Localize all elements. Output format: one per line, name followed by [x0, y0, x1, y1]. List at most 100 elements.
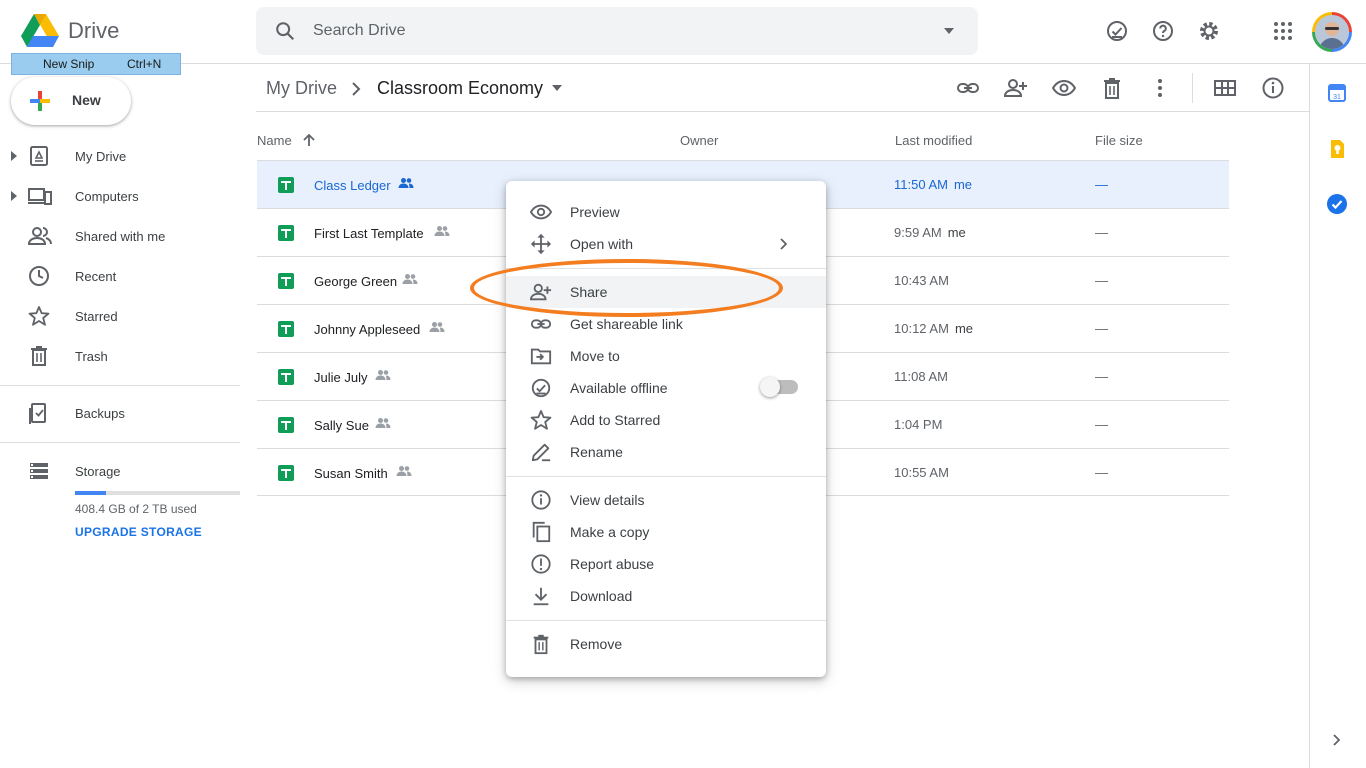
upgrade-storage-link[interactable]: UPGRADE STORAGE [75, 525, 202, 539]
menu-item-preview[interactable]: Preview [506, 196, 826, 228]
new-button[interactable]: New [11, 77, 131, 125]
shared-people-icon [434, 225, 450, 237]
storage-usage-fill [75, 491, 107, 495]
sidebar-item-my-drive[interactable]: My Drive [0, 137, 240, 177]
download-icon [530, 585, 552, 607]
file-name[interactable]: Johnny Appleseed [314, 322, 420, 337]
file-size: — [1095, 321, 1108, 336]
toolbar-divider-line [256, 111, 1309, 112]
storage-icon [28, 460, 50, 482]
menu-item-label: View details [570, 492, 645, 508]
trash-icon[interactable] [1100, 76, 1124, 100]
menu-item-label: Remove [570, 636, 623, 652]
file-name[interactable]: Susan Smith [314, 466, 388, 481]
file-size: — [1095, 465, 1108, 480]
search-bar[interactable]: Search Drive [256, 7, 978, 55]
sidebar-divider [0, 385, 240, 386]
menu-item-available-offline[interactable]: Available offline [506, 372, 826, 404]
offline-toggle[interactable] [760, 377, 798, 397]
menu-item-add-starred[interactable]: Add to Starred [506, 404, 826, 436]
file-size: — [1095, 177, 1108, 192]
sidebar-item-backups[interactable]: Backups [0, 394, 240, 434]
move-to-icon [530, 345, 552, 367]
sidebar-item-label: Starred [75, 309, 118, 324]
file-name[interactable]: Class Ledger [314, 178, 391, 193]
file-name[interactable]: Sally Sue [314, 418, 369, 433]
info-icon[interactable] [1261, 76, 1285, 100]
column-header-size[interactable]: File size [1095, 133, 1143, 148]
menu-item-remove[interactable]: Remove [506, 628, 826, 660]
account-avatar[interactable] [1312, 12, 1352, 52]
search-options-icon[interactable] [943, 27, 955, 35]
modified-time: 10:12 AM [894, 321, 949, 336]
shared-people-icon [396, 465, 412, 477]
eye-icon[interactable] [1052, 76, 1076, 100]
sheets-file-icon [278, 417, 294, 433]
chevron-right-icon [780, 238, 787, 250]
new-button-label: New [72, 92, 101, 108]
breadcrumb-current[interactable]: Classroom Economy [377, 78, 543, 99]
sidebar-item-shared[interactable]: Shared with me [0, 217, 240, 257]
breadcrumb-root[interactable]: My Drive [266, 78, 337, 99]
search-input[interactable]: Search Drive [313, 22, 405, 40]
modified-time: 9:59 AM [894, 225, 942, 240]
app-name[interactable]: Drive [68, 18, 119, 44]
help-icon[interactable] [1151, 19, 1175, 43]
menu-item-rename[interactable]: Rename [506, 436, 826, 468]
star-icon [530, 409, 552, 431]
expand-caret-icon[interactable] [11, 151, 17, 161]
menu-item-open-with[interactable]: Open with [506, 228, 826, 260]
star-icon [28, 305, 50, 327]
snip-label[interactable]: New Snip [43, 57, 94, 71]
menu-item-label: Report abuse [570, 556, 655, 572]
tasks-icon[interactable] [1326, 193, 1348, 215]
keep-icon[interactable] [1326, 138, 1348, 160]
offline-icon [530, 377, 552, 399]
sidebar-item-starred[interactable]: Starred [0, 297, 240, 337]
menu-item-make-copy[interactable]: Make a copy [506, 516, 826, 548]
file-name[interactable]: George Green [314, 274, 397, 289]
menu-item-download[interactable]: Download [506, 580, 826, 612]
file-name[interactable]: First Last Template [314, 226, 424, 241]
sidebar-item-label: Recent [75, 269, 117, 284]
column-header-name[interactable]: Name [257, 133, 292, 148]
sidebar-item-label: Trash [75, 349, 108, 364]
drive-logo-icon[interactable] [21, 14, 59, 48]
trash-icon [28, 345, 50, 367]
calendar-icon[interactable]: 31 [1326, 82, 1348, 104]
link-icon[interactable] [956, 76, 980, 100]
modified-by: me [954, 321, 973, 336]
file-size: — [1095, 225, 1108, 240]
grid-view-icon[interactable] [1213, 76, 1237, 100]
add-person-icon[interactable] [1004, 76, 1028, 100]
file-size: — [1095, 273, 1108, 288]
expand-caret-icon[interactable] [11, 191, 17, 201]
menu-divider [506, 620, 826, 621]
snip-tool-overlay[interactable]: New Snip Ctrl+N [11, 53, 181, 75]
column-header-modified[interactable]: Last modified [895, 133, 972, 148]
search-icon[interactable] [274, 20, 296, 42]
sidebar-item-trash[interactable]: Trash [0, 337, 240, 377]
file-name[interactable]: Julie July [314, 370, 367, 385]
my-drive-icon [28, 145, 50, 167]
menu-item-view-details[interactable]: View details [506, 484, 826, 516]
more-vert-icon[interactable] [1148, 76, 1172, 100]
menu-item-report-abuse[interactable]: Report abuse [506, 548, 826, 580]
apps-grid-icon[interactable] [1271, 19, 1295, 43]
sidebar-item-recent[interactable]: Recent [0, 257, 240, 297]
menu-item-move-to[interactable]: Move to [506, 340, 826, 372]
chevron-down-icon[interactable] [551, 84, 563, 92]
sort-arrow-up-icon[interactable] [302, 133, 316, 147]
offline-ready-icon[interactable] [1105, 19, 1129, 43]
sidebar-item-computers[interactable]: Computers [0, 177, 240, 217]
settings-gear-icon[interactable] [1197, 19, 1221, 43]
side-panel-border [1309, 64, 1310, 768]
column-header-owner[interactable]: Owner [680, 133, 718, 148]
file-modified: 1:04 PM [894, 417, 942, 432]
backups-icon [28, 402, 50, 424]
modified-time: 10:55 AM [894, 465, 949, 480]
plus-icon [28, 89, 52, 113]
sidebar-item-storage[interactable]: Storage [0, 452, 240, 492]
expand-panel-chevron-icon[interactable] [1331, 733, 1341, 747]
modified-time: 11:08 AM [894, 369, 948, 384]
